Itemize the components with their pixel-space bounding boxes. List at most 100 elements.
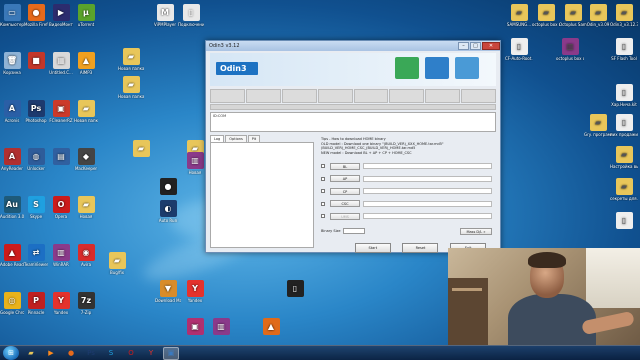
tips-new-model: NEW model : Download BL + AP + CP + HOME… [321, 150, 412, 155]
explorer-icon[interactable]: ▰ [23, 347, 39, 360]
desktop-icon[interactable]: ▯ CF-Auto-Root... [505, 38, 533, 61]
log-textbox[interactable] [210, 142, 314, 248]
desktop-icon[interactable]: ▶ВидеоМонтаж [49, 4, 73, 27]
vlc-icon: ▲ [262, 318, 280, 335]
desktop-icon[interactable]: ▰ Новая папка [74, 100, 98, 123]
cp-path-field[interactable] [363, 188, 492, 195]
mass-dl-button[interactable]: Mass D/L » [460, 227, 492, 235]
desktop-icon[interactable]: ▰ Odin3_v3.12.3 [610, 4, 638, 27]
desktop-icon[interactable]: ▯ пиx продажи [610, 114, 638, 137]
bl-button[interactable]: BL [330, 162, 360, 170]
desktop-icon[interactable]: ▰ Новая папка [118, 48, 144, 71]
start-button[interactable]: ⊞ [3, 346, 19, 360]
csc-checkbox[interactable] [321, 201, 325, 206]
desktop-icon[interactable]: Y Yandex [182, 280, 208, 303]
desktop-icon[interactable]: ▤ [49, 148, 73, 166]
desktop-icon[interactable]: ▰octoplus box crack by No... [532, 4, 560, 27]
desktop-icon[interactable]: ▲ AIMP3 [74, 52, 98, 75]
cp-button[interactable]: CP [330, 187, 360, 195]
desktop-icon[interactable]: ▰ Odin_v3.09 [584, 4, 612, 27]
close-button[interactable]: ✕ [482, 42, 500, 50]
desktop-icon[interactable]: ▰ [128, 140, 154, 158]
desktop-icon[interactable]: ▰ SAMSUNG... [505, 4, 533, 27]
ap-button[interactable]: AP [330, 175, 360, 183]
minimize-button[interactable]: – [458, 42, 469, 50]
desktop-icon[interactable]: ▰ секреты для... [610, 178, 638, 201]
ap-checkbox[interactable] [321, 176, 325, 181]
opera-icon[interactable]: O [123, 347, 139, 360]
desktop-icon[interactable]: ▰ Bug/fix [104, 252, 130, 275]
desktop-icon[interactable]: ◆ MacKeeper [74, 148, 98, 171]
desktop-icon[interactable]: ◐ Auto Run [155, 200, 181, 223]
skype-icon[interactable]: S [103, 347, 119, 360]
csc-button[interactable]: CSC [330, 200, 360, 208]
desktop-icon[interactable]: Y Yandex [49, 292, 73, 315]
desktop-icon[interactable]: ▣ [182, 318, 208, 336]
desktop-icon[interactable]: ●Mozilla Firefox [24, 4, 48, 27]
desktop-icon[interactable]: ◍ Unlocker [24, 148, 48, 171]
desktop-icon[interactable]: ▰ Gry. программ [584, 114, 612, 137]
media-player-icon[interactable]: ▶ [43, 347, 59, 360]
desktop-icon[interactable]: ▥ WinRAR [49, 244, 73, 267]
bl-checkbox[interactable] [321, 164, 325, 169]
desktop-icon[interactable]: A AnyReader [0, 148, 24, 171]
desktop-icon[interactable]: O Opera [49, 196, 73, 219]
webcam-window-light [586, 248, 640, 308]
folder-icon: ▰ [615, 178, 633, 195]
desktop-icon[interactable]: ▣ FCleanerRZ [49, 100, 73, 123]
desktop-icon[interactable]: ▥ [208, 318, 234, 336]
desktop-icon[interactable]: ◎Google Chrome [0, 292, 24, 315]
reset-button[interactable]: Reset [402, 242, 439, 253]
maximize-button[interactable]: □ [470, 42, 481, 50]
desktop-icon[interactable]: A Acronis [0, 100, 24, 123]
desktop-icon[interactable]: ▲Adobe Reader [0, 244, 24, 267]
desktop-icon[interactable]: Ps Photoshop [24, 100, 48, 123]
desktop-icon[interactable]: ▰Octoplus Samsu... [559, 4, 587, 27]
desktop-icon[interactable]: ▯ Хар.Нича.kit [610, 84, 638, 107]
cp-checkbox[interactable] [321, 189, 325, 194]
desktop-icon[interactable]: Au Audition 3.0 [0, 196, 24, 219]
desktop-icon-label: 7-Zip [80, 310, 92, 315]
desktop-icon[interactable]: S Skype [24, 196, 48, 219]
desktop-icon[interactable]: ▭ Компьютер [0, 4, 24, 27]
desktop-icon[interactable]: 7z 7-Zip [74, 292, 98, 315]
ap-path-field[interactable] [363, 175, 492, 182]
desktop-icon[interactable]: ▯ [610, 212, 638, 230]
desktop-icon[interactable]: 🗑 Корзина [0, 52, 24, 75]
desktop-icon[interactable]: ▦ Untitled.C... [49, 52, 73, 75]
desktop-icon[interactable]: ▼Download Master [155, 280, 181, 303]
desktop-icon-label: ВидеоМонтаж [49, 22, 73, 27]
start-button[interactable]: Start [354, 242, 391, 253]
com-port-slot [317, 89, 353, 103]
yandex-icon[interactable]: Y [143, 347, 159, 360]
desktop-icon[interactable]: P Pinnacle [24, 292, 48, 315]
desktop-icon[interactable]: ▯ SF Flash Tool [610, 38, 638, 61]
desktop-icon[interactable]: M ViPMPlayer [152, 4, 178, 27]
desktop-icon[interactable]: µ uTorrent [74, 4, 98, 27]
file-icon: ▯ [615, 114, 633, 131]
firefox-icon[interactable]: ● [63, 347, 79, 360]
odin-icon[interactable]: ▣ [163, 346, 179, 360]
tab-log[interactable]: Log [210, 135, 225, 142]
desktop-icon-label: Photoshop [25, 118, 47, 123]
desktop-icon[interactable]: ▯Подключение... [178, 4, 204, 27]
desktop-icon[interactable]: ◉ Avira [74, 244, 98, 267]
desktop-icon[interactable]: ▰ Новая [74, 196, 98, 219]
desktop-icon[interactable]: ⇄ TeamViewer [24, 244, 48, 267]
desktop-icon[interactable]: ▰ Новая папка [118, 76, 144, 99]
photoshop-icon[interactable]: Ps [83, 347, 99, 360]
csc-path-field[interactable] [363, 200, 492, 207]
tab-pit[interactable]: Pit [247, 135, 261, 142]
desktop-icon[interactable]: ▥octoplus box crack by No... [556, 38, 584, 61]
desktop-icon[interactable]: ▲ [258, 318, 284, 336]
desktop-icon[interactable]: ▯ [282, 280, 308, 298]
desktop-icon[interactable]: ▰Настройка выкуп.txt [610, 146, 638, 169]
desktop-icon[interactable]: ● [155, 178, 181, 196]
odin-window[interactable]: Odin3 v3.12 – □ ✕ Odin3 ID:COM Log Optio… [205, 40, 501, 253]
tab-options[interactable]: Options [225, 135, 247, 142]
file-icon: ▯ [615, 212, 633, 229]
bl-path-field[interactable] [363, 163, 492, 170]
odin-titlebar[interactable]: Odin3 v3.12 – □ ✕ [206, 41, 500, 51]
desktop-icon[interactable]: ■ [24, 52, 48, 70]
pinnacle-icon: P [27, 292, 45, 309]
